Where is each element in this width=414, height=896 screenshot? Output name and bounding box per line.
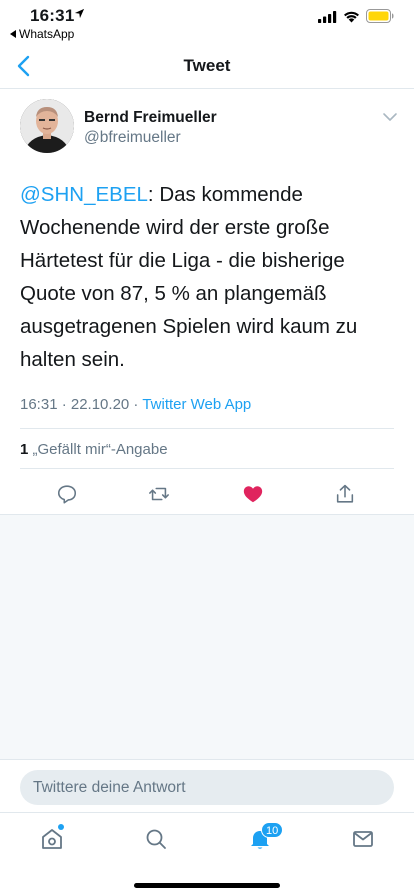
search-icon[interactable] [144,827,168,851]
replies-area [0,514,414,759]
messages-mail-icon[interactable] [351,827,375,851]
share-icon[interactable] [334,483,356,505]
battery-icon [366,9,394,23]
notifications-badge: 10 [261,822,284,838]
tweet-timestamp: 16:31 · 22.10.20 · [20,396,143,413]
reply-icon[interactable] [56,483,78,505]
retweet-icon[interactable] [148,483,170,505]
divider [20,428,394,429]
home-indicator [134,883,280,888]
wifi-icon [344,11,359,23]
tweet-source-link[interactable]: Twitter Web App [142,396,251,413]
likes-summary[interactable]: 1 „Gefällt mir“-Angabe [20,441,168,458]
back-triangle-icon [10,30,16,38]
back-to-app-link[interactable]: WhatsApp [10,27,74,41]
cellular-signal-icon [318,11,337,23]
home-icon[interactable] [40,827,64,851]
author-name[interactable]: Bernd Freimueller [84,109,217,127]
tweet-body: : Das kommende Wochenende wird der erste… [20,183,358,371]
avatar[interactable] [20,99,74,153]
status-time: 16:31 [30,6,75,25]
location-arrow-icon [74,8,85,19]
likes-label: „Gefällt mir“-Angabe [28,441,168,458]
author-handle[interactable]: @bfreimueller [84,129,181,147]
avatar-portrait-icon [20,99,74,153]
reply-bar: Twittere deine Antwort [0,759,414,812]
like-heart-icon[interactable] [242,483,264,505]
tweet-detail: Bernd Freimueller @bfreimueller @SHN_EBE… [0,89,414,514]
back-app-label: WhatsApp [19,27,75,41]
tweet-metadata: 16:31 · 22.10.20 · Twitter Web App [20,396,251,413]
chevron-down-icon[interactable] [382,111,398,123]
tweet-text: @SHN_EBEL: Das kommende Wochenende wird … [20,178,398,376]
divider [20,468,394,469]
home-unread-dot [58,824,64,830]
page-title: Tweet [183,56,231,75]
navigation-bar: Tweet [0,44,414,89]
reply-input[interactable]: Twittere deine Antwort [20,770,394,805]
status-bar: 16:31 WhatsApp [0,0,414,44]
tweet-mention-link[interactable]: @SHN_EBEL [20,183,148,206]
